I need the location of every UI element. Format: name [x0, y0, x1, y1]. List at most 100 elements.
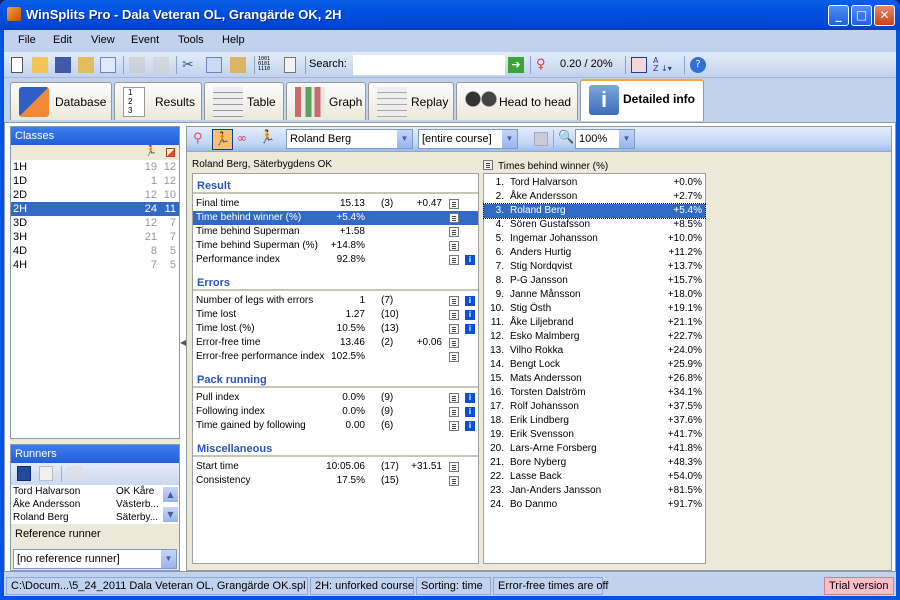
- list-icon[interactable]: [449, 199, 459, 209]
- list-item[interactable]: 19. Erik Svensson +41.7%: [484, 428, 705, 442]
- info-icon[interactable]: i: [465, 296, 475, 306]
- class-row[interactable]: 2H 24 11: [11, 202, 179, 216]
- chevron-down-icon[interactable]: ▼: [502, 130, 517, 148]
- stat-row[interactable]: Number of legs with errors 1 (7) i: [193, 294, 478, 308]
- sort-icon[interactable]: AZ ↓▾: [653, 57, 679, 73]
- class-row[interactable]: 3D 12 7: [11, 216, 179, 230]
- list-icon[interactable]: [449, 393, 459, 403]
- list-item[interactable]: 5. Ingemar Johansson +10.0%: [484, 232, 705, 246]
- tab-replay[interactable]: Replay: [368, 82, 454, 120]
- list-icon[interactable]: [449, 421, 459, 431]
- info-icon[interactable]: i: [465, 310, 475, 320]
- list-icon[interactable]: [449, 227, 459, 237]
- stat-row[interactable]: Time lost (%) 10.5% (13) i: [193, 322, 478, 336]
- stat-row[interactable]: Error-free performance index 102.5%: [193, 350, 478, 364]
- menu-edit[interactable]: Edit: [53, 34, 72, 46]
- list-item[interactable]: 9. Janne Månsson +18.0%: [484, 288, 705, 302]
- list-icon[interactable]: [449, 213, 459, 223]
- tab-results[interactable]: 123 Results: [114, 82, 202, 120]
- cut-icon[interactable]: ✂: [182, 57, 198, 73]
- list-icon[interactable]: [449, 476, 459, 486]
- class-row[interactable]: 1H 19 12: [11, 160, 179, 174]
- runner-row[interactable]: Tord Halvarson OK Kåre: [11, 485, 179, 498]
- split-icon[interactable]: [534, 132, 548, 146]
- tab-head-to-head[interactable]: Head to head: [456, 82, 578, 120]
- chevron-down-icon[interactable]: ▼: [161, 550, 176, 568]
- class-row[interactable]: 2D 12 10: [11, 188, 179, 202]
- menu-view[interactable]: View: [91, 34, 115, 46]
- tab-table[interactable]: Table: [204, 82, 284, 120]
- menu-tools[interactable]: Tools: [178, 34, 204, 46]
- course-select[interactable]: [entire course] ▼: [418, 129, 518, 149]
- copy-icon[interactable]: [206, 57, 222, 73]
- list-item[interactable]: 20. Lars-Arne Forsberg +41.8%: [484, 442, 705, 456]
- select-all-icon[interactable]: [17, 466, 31, 481]
- list-icon[interactable]: [449, 310, 459, 320]
- runner-icon[interactable]: 🏃: [212, 129, 233, 150]
- list-item[interactable]: 2. Åke Andersson +2.7%: [484, 190, 705, 204]
- runner-row[interactable]: Åke Andersson Västerb...: [11, 498, 179, 511]
- stat-row[interactable]: Pull index 0.0% (9) i: [193, 391, 478, 405]
- go-arrow-icon[interactable]: ➔: [508, 57, 524, 73]
- search-input[interactable]: [353, 55, 505, 75]
- info-icon[interactable]: i: [465, 421, 475, 431]
- stat-row[interactable]: Time behind winner (%) +5.4%: [193, 211, 478, 225]
- list-item[interactable]: 7. Stig Nordqvist +13.7%: [484, 260, 705, 274]
- info-icon[interactable]: i: [465, 407, 475, 417]
- paste-icon[interactable]: [230, 57, 246, 73]
- minimize-button[interactable]: _: [828, 5, 849, 26]
- list-icon[interactable]: [449, 241, 459, 251]
- help-icon[interactable]: ?: [690, 57, 706, 73]
- list-item[interactable]: 16. Torsten Dalström +34.1%: [484, 386, 705, 400]
- list-item[interactable]: 17. Rolf Johansson +37.5%: [484, 400, 705, 414]
- open-icon[interactable]: [32, 57, 48, 73]
- select-none-icon[interactable]: [39, 466, 53, 481]
- chevron-down-icon[interactable]: ▼: [619, 130, 634, 148]
- list-item[interactable]: 4. Sören Gustafsson +8.5%: [484, 218, 705, 232]
- stat-row[interactable]: Error-free time 13.46 (2) +0.06: [193, 336, 478, 350]
- list-item[interactable]: 24. Bo Danmo +91.7%: [484, 498, 705, 512]
- runner-select[interactable]: Roland Berg ▼: [286, 129, 413, 149]
- binary-icon[interactable]: 1001 0101 1110: [258, 57, 274, 73]
- chevron-down-icon[interactable]: ▼: [397, 130, 412, 148]
- stat-row[interactable]: Consistency 17.5% (15): [193, 474, 478, 488]
- list-item[interactable]: 22. Lasse Back +54.0%: [484, 470, 705, 484]
- class-row[interactable]: 4D 8 5: [11, 244, 179, 258]
- new-icon[interactable]: [11, 57, 23, 73]
- list-icon[interactable]: [449, 255, 459, 265]
- list-item[interactable]: 8. P-G Jansson +15.7%: [484, 274, 705, 288]
- stat-row[interactable]: Performance index 92.8% i: [193, 253, 478, 267]
- export-icon[interactable]: [78, 57, 94, 73]
- info-icon[interactable]: i: [465, 255, 475, 265]
- chart-icon[interactable]: [631, 57, 647, 73]
- print-icon[interactable]: [129, 57, 145, 73]
- stat-row[interactable]: Time behind Superman (%) +14.8%: [193, 239, 478, 253]
- print-preview-icon[interactable]: [153, 57, 169, 73]
- list-item[interactable]: 3. Roland Berg +5.4%: [483, 203, 706, 219]
- stat-row[interactable]: Time gained by following 0.00 (6) i: [193, 419, 478, 433]
- close-button[interactable]: ✕: [874, 5, 895, 26]
- runner-compare-icon[interactable]: 🏃: [259, 130, 275, 145]
- menu-file[interactable]: File: [18, 34, 36, 46]
- document-icon[interactable]: [100, 57, 116, 73]
- scroll-down-button[interactable]: ▼: [163, 507, 178, 522]
- zoom-select[interactable]: 100% ▼: [575, 129, 635, 149]
- class-row[interactable]: 3H 21 7: [11, 230, 179, 244]
- superman-icon[interactable]: ♀: [536, 57, 552, 73]
- link-icon[interactable]: ∞: [237, 131, 247, 145]
- list-item[interactable]: 15. Mats Andersson +26.8%: [484, 372, 705, 386]
- stat-row[interactable]: Following index 0.0% (9) i: [193, 405, 478, 419]
- stat-row[interactable]: Time behind Superman +1.58: [193, 225, 478, 239]
- stat-row[interactable]: Final time 15.13 (3) +0.47: [193, 197, 478, 211]
- list-item[interactable]: 1. Tord Halvarson +0.0%: [484, 176, 705, 190]
- tab-graph[interactable]: Graph: [286, 82, 366, 120]
- list-icon[interactable]: [449, 407, 459, 417]
- stat-row[interactable]: Start time 10:05.06 (17) +31.51: [193, 460, 478, 474]
- class-row[interactable]: 1D 1 12: [11, 174, 179, 188]
- save-icon[interactable]: [55, 57, 71, 73]
- list-item[interactable]: 11. Åke Liljebrand +21.1%: [484, 316, 705, 330]
- course-graph-icon[interactable]: ⚲: [193, 131, 203, 146]
- list-item[interactable]: 12. Esko Malmberg +22.7%: [484, 330, 705, 344]
- maximize-button[interactable]: □: [851, 5, 872, 26]
- list-item[interactable]: 13. Vilho Rokka +24.0%: [484, 344, 705, 358]
